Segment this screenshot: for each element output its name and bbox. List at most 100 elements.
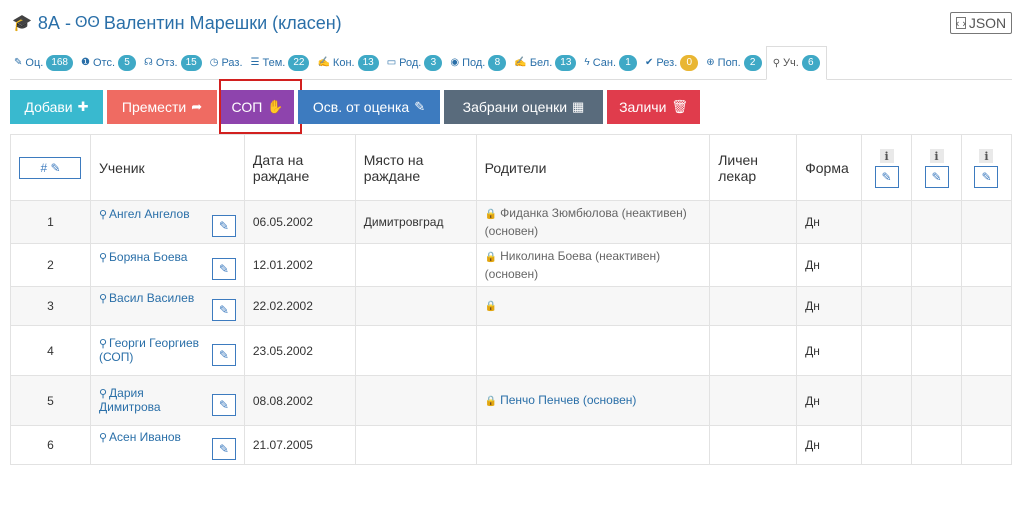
person-icon: ⚲: [98, 432, 108, 444]
tab-label: Род.: [399, 56, 422, 69]
birth-date: 21.07.2005: [243, 425, 356, 465]
doctor-cell: [709, 243, 798, 287]
tab-10[interactable]: ✔ Рез. 0: [641, 46, 702, 79]
row-number: 6: [10, 425, 91, 465]
student-cell: ⚲ Васил Василев ✎: [89, 286, 245, 326]
edit-column-button[interactable]: ✎: [924, 166, 949, 189]
doctor-cell: [709, 200, 798, 244]
delete-button[interactable]: Заличи 🗑: [607, 90, 700, 124]
add-button[interactable]: Добави ✚: [10, 90, 103, 124]
tab-label: Уч.: [783, 57, 799, 69]
info-cell-3: [960, 325, 1013, 376]
person-icon: ⚲: [772, 57, 781, 69]
parent-entry[interactable]: 🔒 Николина Боева (неактивен) (основен): [485, 248, 702, 282]
tab-8[interactable]: ✍ Бел. 13: [510, 46, 580, 79]
tab-6[interactable]: ▭ Род. 3: [383, 46, 447, 79]
toolbar: Добави ✚ Премести ➦ СОП ✋ Осв. от оценка ✎ З…: [10, 90, 704, 124]
parents-cell: 🔒: [475, 286, 711, 326]
tab-count-badge: 22: [288, 54, 310, 71]
birth-place: Димитровград: [354, 200, 477, 244]
tab-11[interactable]: ⊕ Поп. 2: [702, 46, 765, 79]
lock-icon: 🔒: [484, 209, 498, 220]
edit-student-button[interactable]: ✎: [211, 258, 236, 280]
tab-count-badge: 1: [619, 54, 638, 71]
edit-column-button[interactable]: ✎: [874, 166, 899, 189]
edit-column-button[interactable]: ✎: [974, 166, 999, 189]
info-icon: i: [979, 149, 994, 164]
info-cell-1: [861, 325, 913, 376]
tab-12[interactable]: ⚲ Уч. 6: [765, 46, 827, 80]
parents-cell: [475, 425, 711, 465]
birth-date: 06.05.2002: [243, 200, 356, 244]
tab-label: Рез.: [656, 56, 678, 69]
table-row: 6 ⚲ Асен Иванов ✎ 21.07.2005 Дн: [10, 425, 1013, 465]
edit-icon: ✍: [514, 57, 527, 68]
tab-label: Поп.: [717, 56, 741, 69]
class-teacher: Валентин Марешки (класен): [103, 12, 342, 33]
tab-1[interactable]: ❶ Отс. 5: [77, 46, 140, 79]
sop-button[interactable]: СОП ✋: [221, 90, 294, 124]
form-cell: Дн: [796, 243, 863, 287]
parent-entry[interactable]: 🔒 Фиданка Зюмбюлова (неактивен) (основен): [485, 205, 702, 239]
birth-date: 23.05.2002: [243, 325, 356, 376]
info-icon: i: [929, 149, 944, 164]
tab-5[interactable]: ✍ Кон. 13: [313, 46, 382, 79]
col-doctor: Личен лекар: [709, 134, 798, 201]
edit-student-button[interactable]: ✎: [211, 299, 236, 321]
tab-4[interactable]: ☰ Тем. 22: [247, 46, 314, 79]
info-cell-1: [861, 200, 913, 244]
students-table: # ✎ Ученик Дата на раждане Място на ражд…: [10, 134, 1013, 465]
birth-place: [354, 425, 477, 465]
add-button-label: Добави: [24, 99, 73, 115]
student-name: Васил Василев: [109, 291, 195, 305]
number-edit-button[interactable]: # ✎: [19, 156, 82, 179]
tab-label: Оц.: [25, 56, 44, 69]
delete-button-label: Заличи: [619, 99, 667, 115]
col-number: # ✎: [10, 134, 91, 201]
tab-count-badge: 6: [801, 55, 820, 71]
col-info-2: i ✎: [911, 134, 962, 201]
student-cell: ⚲ Георги Георгиев (СОП) ✎: [89, 325, 245, 376]
edit-student-button[interactable]: ✎: [211, 215, 236, 237]
lifebuoy-icon: ⊕: [706, 57, 715, 68]
birth-place: [354, 375, 477, 426]
doctor-cell: [709, 425, 798, 465]
person-icon: ⚲: [98, 387, 108, 400]
exempt-from-grade-button[interactable]: Осв. от оценка ✎: [298, 90, 440, 124]
book-icon: ▦: [572, 99, 585, 114]
json-button[interactable]: ‹› JSON: [950, 12, 1012, 34]
info-cell-1: [861, 286, 913, 326]
form-cell: Дн: [796, 425, 863, 465]
parent-name: Николина Боева (неактивен) (основен): [484, 249, 661, 281]
move-button[interactable]: Премести ➦: [107, 90, 217, 124]
class-header: 🎓 8А - ʘʘ Валентин Марешки (класен): [12, 10, 342, 36]
lock-icon: 🔒: [484, 252, 498, 263]
eye-icon: ◉: [450, 57, 460, 68]
birth-date: 08.08.2002: [243, 375, 356, 426]
birth-date: 12.01.2002: [243, 243, 356, 287]
tab-count-badge: 2: [743, 54, 762, 71]
row-number: 2: [10, 243, 91, 287]
doctor-cell: [709, 375, 798, 426]
info-cell-2: [911, 200, 962, 244]
parent-entry[interactable]: 🔒 Пенчо Пенчев (основен): [485, 392, 702, 410]
tab-3[interactable]: ◷ Раз.: [206, 46, 247, 79]
tabs-bar: ✎ Оц. 168 ❶ Отс. 5 ☊ Отз. 15 ◷ Раз. ☰ Тем. 22 ✍ Кон. 13 ▭…: [10, 46, 1012, 80]
birth-place: [354, 243, 477, 287]
tab-7[interactable]: ◉ Под. 8: [446, 46, 510, 79]
tab-label: Тем.: [262, 56, 286, 69]
edit-student-button[interactable]: ✎: [211, 438, 236, 460]
edit-student-button[interactable]: ✎: [211, 343, 236, 366]
row-number: 4: [10, 325, 91, 376]
lock-icon: 🔒: [484, 301, 498, 312]
tab-2[interactable]: ☊ Отз. 15: [140, 46, 206, 79]
tab-0[interactable]: ✎ Оц. 168: [10, 46, 77, 79]
tab-9[interactable]: ϟ Сан. 1: [580, 46, 641, 79]
edit-student-button[interactable]: ✎: [211, 393, 236, 416]
forbid-grades-button[interactable]: Забрани оценки ▦: [444, 90, 603, 124]
table-row: 4 ⚲ Георги Георгиев (СОП) ✎ 23.05.2002 Дн: [10, 325, 1013, 376]
tab-count-badge: 13: [357, 54, 379, 71]
tab-count-badge: 168: [46, 54, 73, 71]
col-student: Ученик: [89, 134, 245, 201]
move-button-label: Премести: [121, 99, 187, 115]
